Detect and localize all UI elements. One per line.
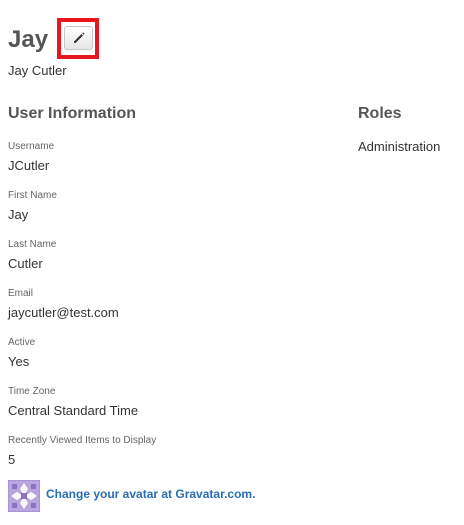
recent-items-value: 5 bbox=[8, 452, 16, 467]
email-label: Email bbox=[8, 288, 34, 299]
last-name-value: Cutler bbox=[8, 256, 43, 271]
gravatar-avatar-icon[interactable] bbox=[8, 480, 40, 512]
username-label: Username bbox=[8, 141, 55, 152]
time-zone-label: Time Zone bbox=[8, 386, 56, 397]
username-value: JCutler bbox=[8, 158, 50, 173]
last-name-label: Last Name bbox=[8, 239, 57, 250]
active-value: Yes bbox=[8, 354, 30, 369]
recent-items-label: Recently Viewed Items to Display bbox=[8, 435, 157, 446]
pencil-icon bbox=[73, 32, 85, 43]
change-avatar-link[interactable]: Change your avatar at Gravatar.com. bbox=[46, 487, 255, 501]
roles-heading: Roles bbox=[358, 105, 402, 122]
role-item: Administration bbox=[358, 139, 441, 154]
user-information-heading: User Information bbox=[8, 105, 137, 122]
first-name-label: First Name bbox=[8, 190, 57, 201]
edit-user-button[interactable] bbox=[64, 26, 93, 50]
time-zone-value: Central Standard Time bbox=[8, 403, 139, 418]
user-full-name: Jay Cutler bbox=[8, 63, 67, 78]
active-label: Active bbox=[8, 337, 36, 348]
first-name-value: Jay bbox=[8, 207, 29, 222]
page-title: Jay bbox=[8, 26, 49, 53]
email-value: jaycutler@test.com bbox=[8, 305, 119, 320]
